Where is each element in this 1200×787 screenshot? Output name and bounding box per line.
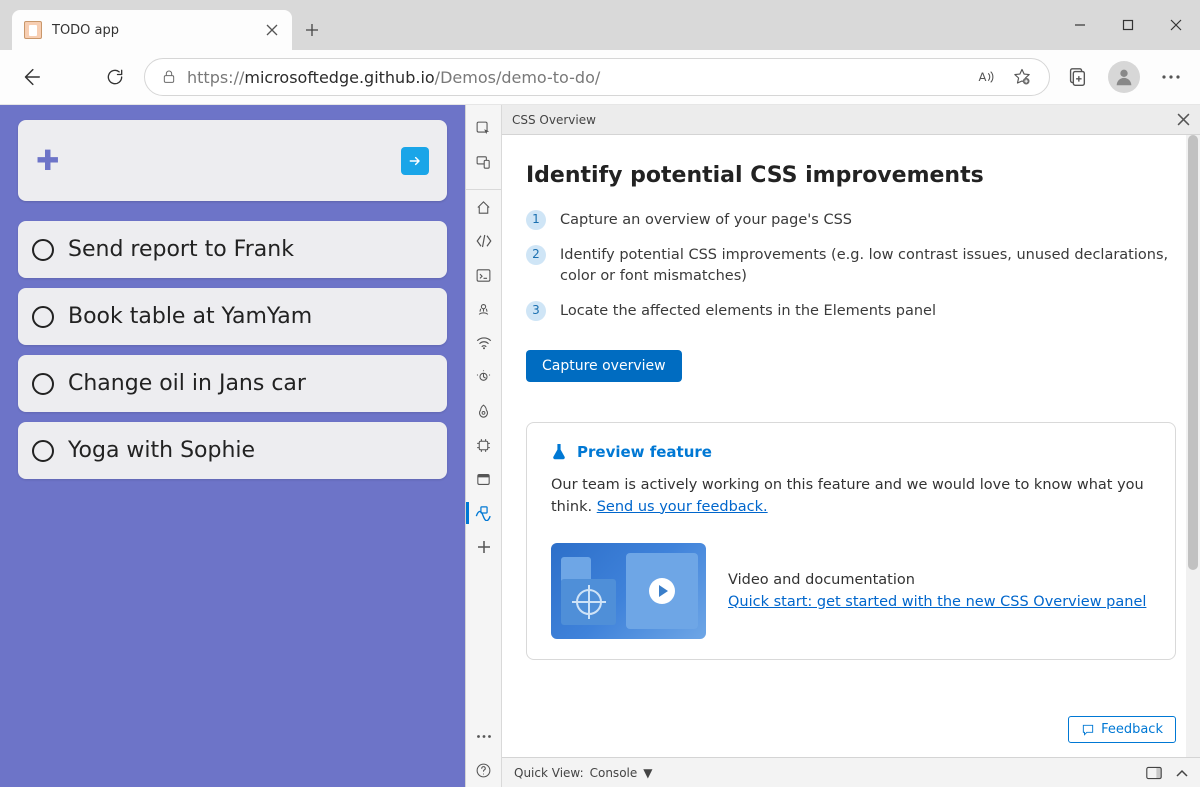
maximize-button[interactable] [1104,0,1152,50]
address-right-icons: A [975,66,1033,88]
quick-start-link[interactable]: Quick start: get started with the new CS… [728,594,1146,610]
devtools-help-icon[interactable] [466,753,502,787]
step-number-icon: 1 [526,210,546,230]
devtools-scrollbar[interactable] [1186,135,1200,757]
devtools-activity-bar [466,105,502,787]
step-text: Locate the affected elements in the Elem… [560,301,936,322]
more-tools-icon[interactable] [466,530,502,564]
play-icon [649,578,675,604]
todo-label: Send report to Frank [68,237,294,262]
device-emulation-icon[interactable] [466,145,502,179]
feedback-label: Feedback [1101,722,1163,737]
devtools-panel-header: CSS Overview [502,105,1200,135]
url-host: microsoftedge.github.io [244,68,434,87]
preview-body: Our team is actively working on this fea… [551,475,1151,519]
performance-tool-icon[interactable] [466,360,502,394]
video-thumbnail[interactable] [551,543,706,639]
preview-heading: Preview feature [551,443,1151,461]
preview-feature-card: Preview feature Our team is actively wor… [526,422,1176,660]
panel-title: CSS Overview [512,113,596,127]
address-bar[interactable]: https://microsoftedge.github.io/Demos/de… [144,58,1050,96]
feedback-icon [1081,723,1095,737]
application-tool-icon[interactable] [466,428,502,462]
chevron-up-icon[interactable] [1176,769,1188,777]
close-panel-icon[interactable] [1177,113,1190,126]
step-item: 1 Capture an overview of your page's CSS [526,210,1176,231]
devtools-main: CSS Overview Identify potential CSS impr… [502,105,1200,787]
devtools-pane: CSS Overview Identify potential CSS impr… [465,105,1200,787]
window-controls [1056,0,1200,50]
capture-overview-button[interactable]: Capture overview [526,350,682,382]
plus-icon: ✚ [36,144,59,177]
browser-action-icons [1066,61,1182,93]
panel-heading: Identify potential CSS improvements [526,163,1176,188]
quickview-label: Quick View: [514,766,584,780]
url-proto: https:// [187,68,244,87]
window-titlebar: TODO app [0,0,1200,50]
dock-side-icon[interactable] [1146,766,1162,780]
todo-item[interactable]: Book table at YamYam [18,288,447,345]
back-button[interactable] [18,64,44,90]
browser-tab[interactable]: TODO app [12,10,292,50]
minimize-button[interactable] [1056,0,1104,50]
favorite-icon[interactable] [1011,66,1033,88]
devtools-more-icon[interactable] [466,719,502,753]
url-path: /Demos/demo-to-do/ [435,68,601,87]
close-window-button[interactable] [1152,0,1200,50]
lock-icon [161,69,177,85]
svg-text:A: A [979,70,987,84]
quickview-value[interactable]: Console [590,766,638,780]
todo-label: Change oil in Jans car [68,371,306,396]
address-toolbar: https://microsoftedge.github.io/Demos/de… [0,50,1200,105]
memory-tool-icon[interactable] [466,394,502,428]
step-text: Identify potential CSS improvements (e.g… [560,245,1176,287]
todo-label: Book table at YamYam [68,304,312,329]
devtools-panel-body: Identify potential CSS improvements 1 Cap… [502,135,1200,757]
devtools-quickview-bar: Quick View: Console ▼ [502,757,1200,787]
step-item: 2 Identify potential CSS improvements (e.… [526,245,1176,287]
radio-icon[interactable] [32,440,54,462]
video-section-title: Video and documentation [728,572,1151,588]
todo-label: Yoga with Sophie [68,438,255,463]
security-tool-icon[interactable] [466,462,502,496]
url-text: https://microsoftedge.github.io/Demos/de… [187,68,600,87]
todo-page: ✚ Send report to Frank Book table at Yam… [0,105,465,787]
radio-icon[interactable] [32,306,54,328]
preview-title: Preview feature [577,443,712,461]
network-tool-icon[interactable] [466,326,502,360]
chevron-down-icon[interactable]: ▼ [643,766,652,780]
step-text: Capture an overview of your page's CSS [560,210,852,231]
steps-list: 1Capture an overview of your page's CSS … [526,210,1176,322]
inspect-element-icon[interactable] [466,111,502,145]
elements-tool-icon[interactable] [466,224,502,258]
profile-avatar[interactable] [1108,61,1140,93]
todo-favicon-icon [24,21,42,39]
console-tool-icon[interactable] [466,258,502,292]
step-number-icon: 2 [526,245,546,265]
add-todo-card[interactable]: ✚ [18,120,447,201]
css-overview-tool-icon[interactable] [466,496,502,530]
todo-item[interactable]: Send report to Frank [18,221,447,278]
todo-item[interactable]: Yoga with Sophie [18,422,447,479]
send-feedback-link[interactable]: Send us your feedback. [597,499,768,515]
close-tab-icon[interactable] [266,24,278,36]
sources-tool-icon[interactable] [466,292,502,326]
step-number-icon: 3 [526,301,546,321]
video-doc-row: Video and documentation Quick start: get… [551,543,1151,639]
more-menu-icon[interactable] [1160,66,1182,88]
step-item: 3 Locate the affected elements in the Ele… [526,301,1176,322]
read-aloud-icon[interactable]: A [975,66,997,88]
new-tab-button[interactable] [292,10,332,50]
submit-arrow-icon[interactable] [401,147,429,175]
welcome-tool-icon[interactable] [466,190,502,224]
refresh-button[interactable] [102,64,128,90]
radio-icon[interactable] [32,373,54,395]
collections-icon[interactable] [1066,66,1088,88]
flask-icon [551,443,567,461]
radio-icon[interactable] [32,239,54,261]
todo-item[interactable]: Change oil in Jans car [18,355,447,412]
feedback-button[interactable]: Feedback [1068,716,1176,743]
tab-title: TODO app [52,23,119,38]
